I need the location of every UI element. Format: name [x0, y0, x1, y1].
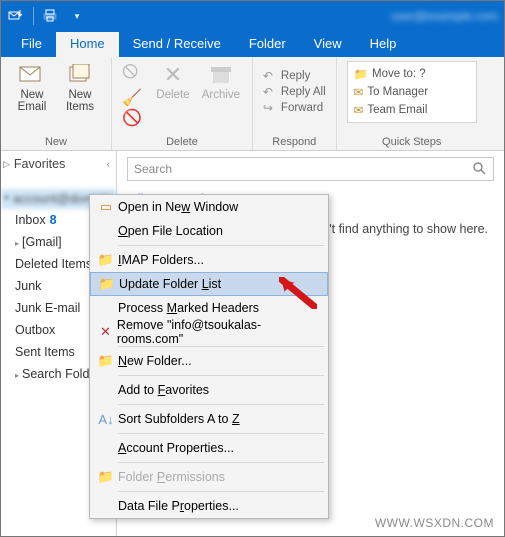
ctx-add-to-favorites[interactable]: Add to Favorites	[90, 378, 328, 402]
new-email-label: New Email	[18, 89, 47, 113]
new-items-icon	[66, 61, 94, 89]
refresh-folder-icon: 📁	[95, 276, 119, 292]
new-items-label: New Items	[66, 89, 94, 113]
sort-icon: A↓	[94, 412, 118, 427]
collapse-icon[interactable]: ‹	[107, 159, 110, 170]
archive-label: Archive	[202, 89, 240, 101]
cleanup-icon[interactable]: 🧹	[122, 88, 142, 108]
search-icon[interactable]	[473, 162, 487, 176]
delete-label: Delete	[156, 89, 189, 101]
watermark: WWW.WSXDN.COM	[375, 516, 494, 530]
delete-button[interactable]: ✕ Delete	[152, 61, 194, 101]
tab-send-receive[interactable]: Send / Receive	[119, 32, 235, 57]
ctx-folder-permissions[interactable]: 📁Folder Permissions	[90, 465, 328, 489]
ctx-update-folder-list[interactable]: 📁Update Folder List	[90, 272, 328, 296]
reply-all-button[interactable]: ↶Reply All	[263, 85, 326, 99]
tomanager-icon: ✉	[354, 85, 364, 99]
reply-all-icon: ↶	[263, 85, 277, 99]
new-folder-icon: 📁	[94, 353, 118, 369]
quick-access-toolbar: ▾	[7, 7, 86, 25]
ribbon-group-quicksteps: 📁Move to: ? ✉To Manager ✉Team Email Quic…	[337, 57, 487, 150]
search-input[interactable]: Search	[127, 157, 494, 181]
titlebar-account: user@example.com	[391, 9, 498, 23]
ignore-icon[interactable]: 🛇	[122, 61, 142, 88]
chevron-right-icon: ▷	[3, 159, 10, 170]
ctx-new-folder[interactable]: 📁New Folder...	[90, 349, 328, 373]
ribbon-group-new: New Email New Items New	[1, 57, 112, 150]
favorites-header[interactable]: ▷ Favorites ‹	[1, 155, 116, 177]
qat-print-icon[interactable]	[42, 7, 60, 25]
new-email-button[interactable]: New Email	[11, 61, 53, 113]
tab-view[interactable]: View	[300, 32, 356, 57]
tab-help[interactable]: Help	[356, 32, 411, 57]
qat-dropdown-icon[interactable]: ▾	[68, 7, 86, 25]
ribbon-group-new-label: New	[11, 134, 101, 148]
permissions-icon: 📁	[94, 469, 118, 485]
ribbon-group-delete: 🛇 🧹 🚫 ✕ Delete Archive Delete	[112, 57, 253, 150]
forward-icon: ↪	[263, 101, 277, 115]
tab-folder[interactable]: Folder	[235, 32, 300, 57]
archive-button[interactable]: Archive	[200, 61, 242, 101]
ctx-data-file-properties[interactable]: Data File Properties...	[90, 494, 328, 518]
teamemail-icon: ✉	[354, 103, 364, 117]
delete-icon: ✕	[159, 61, 187, 89]
archive-icon	[207, 61, 235, 89]
ribbon-group-respond-label: Respond	[263, 134, 326, 148]
tab-home[interactable]: Home	[56, 32, 119, 57]
ctx-sort-subfolders[interactable]: A↓Sort Subfolders A to Z	[90, 407, 328, 431]
new-items-button[interactable]: New Items	[59, 61, 101, 113]
ribbon-group-quicksteps-label: Quick Steps	[347, 134, 477, 148]
moveto-icon: 📁	[354, 67, 368, 81]
tab-file[interactable]: File	[7, 32, 56, 57]
reply-icon: ↶	[263, 69, 277, 83]
remove-icon: ✕	[94, 324, 117, 340]
ribbon-tabs: File Home Send / Receive Folder View Hel…	[1, 31, 504, 57]
ctx-process-marked-headers[interactable]: Process Marked Headers	[90, 296, 328, 320]
ribbon-group-delete-label: Delete	[122, 134, 242, 148]
ribbon: New Email New Items New 🛇 🧹 🚫	[1, 57, 504, 151]
new-email-icon	[18, 61, 46, 89]
open-window-icon: ▭	[94, 199, 118, 215]
ctx-remove-account[interactable]: ✕Remove "info@tsoukalas-rooms.com"	[90, 320, 328, 344]
quicksteps-gallery[interactable]: 📁Move to: ? ✉To Manager ✉Team Email	[347, 61, 477, 123]
ctx-account-properties[interactable]: Account Properties...	[90, 436, 328, 460]
qat-sendreceive-icon[interactable]	[7, 7, 25, 25]
context-menu: ▭Open in New Window Open File Location 📁…	[89, 194, 329, 519]
reply-button[interactable]: ↶Reply	[263, 69, 326, 83]
ctx-open-new-window[interactable]: ▭Open in New Window	[90, 195, 328, 219]
forward-button[interactable]: ↪Forward	[263, 101, 326, 115]
ctx-imap-folders[interactable]: 📁IMAP Folders...	[90, 248, 328, 272]
ribbon-group-respond: ↶Reply ↶Reply All ↪Forward Respond	[253, 57, 337, 150]
ctx-open-file-location[interactable]: Open File Location	[90, 219, 328, 243]
titlebar: ▾ user@example.com	[1, 1, 504, 31]
folder-icon: 📁	[94, 252, 118, 268]
junk-icon[interactable]: 🚫	[122, 108, 142, 128]
